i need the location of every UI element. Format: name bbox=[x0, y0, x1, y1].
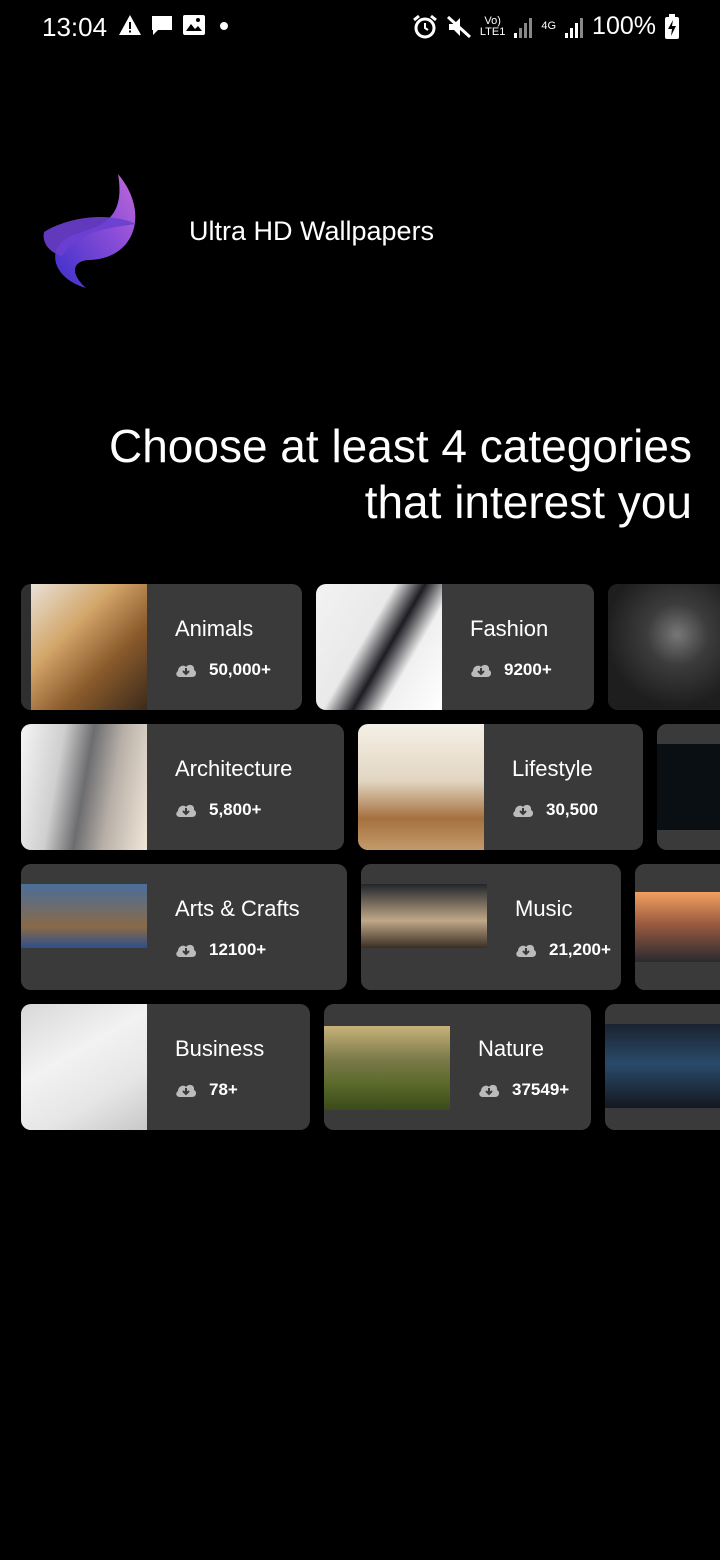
notification-icons bbox=[118, 14, 234, 36]
app-title: Ultra HD Wallpapers bbox=[189, 216, 435, 246]
category-count: 50,000+ bbox=[209, 660, 271, 679]
category-image-space bbox=[657, 724, 720, 850]
category-title: Business bbox=[175, 1036, 265, 1061]
battery-percent: 100% bbox=[592, 12, 656, 40]
category-card-fashion[interactable]: Fashion 9200+ bbox=[316, 584, 594, 710]
category-row: Animals 50,000+ Fashion 9200+ bbox=[21, 584, 720, 710]
category-count: 5,800+ bbox=[209, 800, 262, 819]
download-cloud-icon bbox=[176, 1084, 197, 1097]
category-count: 12100+ bbox=[209, 940, 267, 959]
category-card-business[interactable]: Business 78+ bbox=[21, 1004, 310, 1130]
category-title: Architecture bbox=[175, 756, 293, 781]
category-count: 30,500 bbox=[546, 800, 598, 819]
category-title: Nature bbox=[478, 1036, 545, 1061]
warning-icon bbox=[119, 15, 141, 35]
download-cloud-icon bbox=[176, 944, 197, 957]
status-bar: 13:04 Vo) LTE1 4G 100% bbox=[0, 0, 720, 56]
category-row: Business 78+ Nature 37549+ bbox=[21, 1004, 720, 1130]
category-card-animals[interactable]: Animals 50,000+ bbox=[21, 584, 302, 710]
download-cloud-icon bbox=[471, 664, 492, 677]
system-icons: Vo) LTE1 4G 100% bbox=[412, 12, 680, 41]
network2-label: 4G bbox=[541, 20, 557, 32]
category-card-photography[interactable] bbox=[608, 584, 720, 710]
battery-icon bbox=[665, 13, 679, 39]
network-top-label: Vo) bbox=[484, 14, 501, 27]
category-title: Animals bbox=[175, 616, 254, 641]
category-image-photography bbox=[608, 584, 720, 710]
category-row: Architecture 5,800+ Lifestyle 30,500 bbox=[21, 724, 720, 850]
category-row: Arts & Crafts 12100+ Music 21,200+ bbox=[21, 864, 720, 990]
category-image-architecture bbox=[21, 724, 147, 850]
status-time: 13:04 bbox=[42, 12, 108, 42]
category-card-arts-crafts[interactable]: Arts & Crafts 12100+ bbox=[21, 864, 347, 990]
download-cloud-icon bbox=[176, 664, 197, 677]
category-card-lifestyle[interactable]: Lifestyle 30,500 bbox=[358, 724, 643, 850]
category-card-travel[interactable] bbox=[635, 864, 720, 990]
category-count: 78+ bbox=[209, 1080, 238, 1099]
dot-icon bbox=[220, 22, 228, 30]
network-bottom-label: LTE1 bbox=[479, 25, 506, 38]
page-headline: Choose at least 4 categories that intere… bbox=[12, 418, 692, 530]
image-icon bbox=[183, 15, 205, 35]
app-logo bbox=[40, 172, 144, 290]
category-title: Arts & Crafts bbox=[175, 896, 300, 921]
category-count: 21,200+ bbox=[549, 940, 611, 959]
download-cloud-icon bbox=[479, 1084, 500, 1097]
message-icon bbox=[152, 16, 172, 35]
download-cloud-icon bbox=[516, 944, 537, 957]
alarm-icon bbox=[412, 14, 437, 38]
category-card-technology[interactable] bbox=[605, 1004, 720, 1130]
download-cloud-icon bbox=[176, 804, 197, 817]
network-indicator: Vo) LTE1 bbox=[479, 14, 506, 38]
category-card-space[interactable] bbox=[657, 724, 720, 850]
mute-icon bbox=[446, 15, 471, 38]
category-card-nature[interactable]: Nature 37549+ bbox=[324, 1004, 591, 1130]
category-image-business bbox=[21, 1004, 147, 1130]
headline-line-1: Choose at least 4 categories bbox=[108, 420, 692, 472]
category-title: Lifestyle bbox=[512, 756, 593, 781]
category-title: Fashion bbox=[470, 616, 549, 641]
category-card-music[interactable]: Music 21,200+ bbox=[361, 864, 621, 990]
category-image-music bbox=[361, 864, 487, 990]
category-image-fashion bbox=[316, 584, 442, 710]
download-cloud-icon bbox=[513, 804, 534, 817]
category-count: 9200+ bbox=[504, 660, 552, 679]
category-card-architecture[interactable]: Architecture 5,800+ bbox=[21, 724, 344, 850]
category-title: Music bbox=[515, 896, 573, 921]
category-image-travel bbox=[635, 864, 720, 990]
signal-icon bbox=[514, 17, 533, 38]
category-image-arts-crafts bbox=[21, 864, 147, 990]
category-image-technology bbox=[605, 1004, 720, 1130]
headline-line-2: that interest you bbox=[364, 476, 692, 528]
category-image-nature bbox=[324, 1004, 450, 1130]
category-image-lifestyle bbox=[358, 724, 484, 850]
category-count: 37549+ bbox=[512, 1080, 570, 1099]
category-image-animals bbox=[21, 584, 147, 710]
signal-icon bbox=[565, 17, 584, 38]
